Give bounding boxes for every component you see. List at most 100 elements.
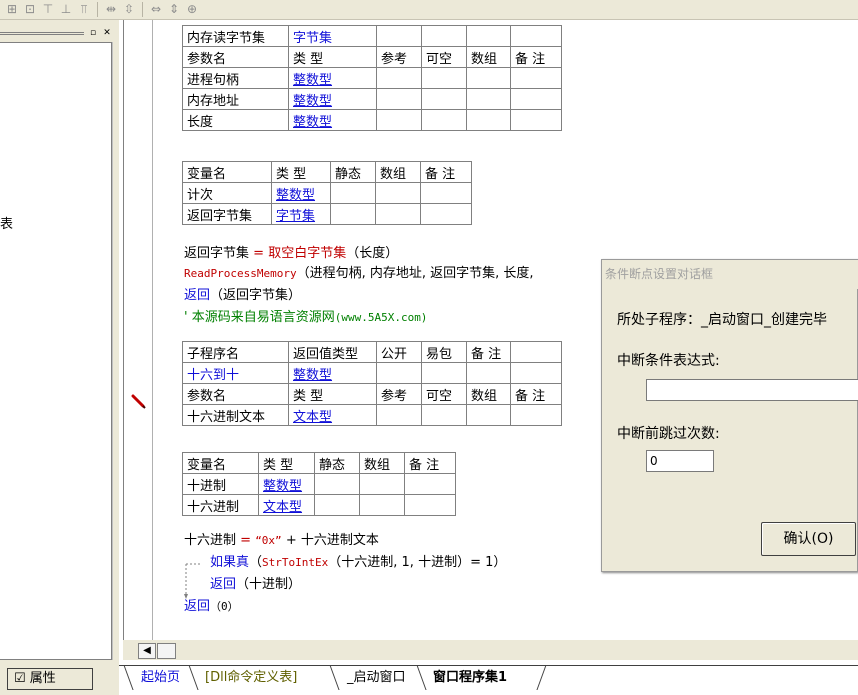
program-tree[interactable]: 表	[0, 42, 112, 660]
table-cell[interactable]: 十六进制	[182, 494, 259, 516]
table-cell[interactable]	[404, 494, 456, 516]
align-top-icon[interactable]: ⊤	[40, 2, 56, 17]
table-cell[interactable]	[510, 109, 562, 131]
table-cell[interactable]: 返回字节集	[182, 203, 272, 225]
space-vertical-icon[interactable]: ⇳	[121, 2, 137, 17]
table-cell[interactable]	[510, 25, 562, 47]
table-cell[interactable]: 备 注	[404, 452, 456, 474]
tab-startup-window[interactable]: _启动窗口	[341, 667, 412, 688]
table-cell[interactable]: 进程句柄	[182, 67, 289, 89]
table-cell[interactable]: 类 型	[271, 161, 331, 183]
table-cell[interactable]: 文本型	[258, 494, 315, 516]
table-cell[interactable]: 子程序名	[182, 341, 289, 363]
table-cell[interactable]: 计次	[182, 182, 272, 204]
tab-window-program-set[interactable]: 窗口程序集1	[427, 667, 513, 688]
same-width-icon[interactable]: ⇔	[148, 2, 164, 17]
table-cell[interactable]: 参数名	[182, 46, 289, 68]
table-cell[interactable]: 整数型	[288, 362, 377, 384]
table-cell[interactable]: 备 注	[510, 383, 562, 405]
type-link[interactable]: 整数型	[293, 73, 332, 88]
table-cell[interactable]	[510, 341, 562, 363]
align-center-icon[interactable]: ⊡	[22, 2, 38, 17]
skip-count-input[interactable]: 0	[646, 450, 714, 472]
table-cell[interactable]	[404, 473, 456, 495]
confirm-button[interactable]: 确认(O)	[761, 522, 856, 556]
table-cell[interactable]	[376, 67, 422, 89]
type-link[interactable]: 整数型	[276, 188, 315, 203]
table-cell[interactable]: 整数型	[288, 67, 377, 89]
table-cell[interactable]: 整数型	[271, 182, 331, 204]
same-height-icon[interactable]: ⇕	[166, 2, 182, 17]
type-link[interactable]: 整数型	[263, 479, 302, 494]
type-link[interactable]: 整数型	[293, 94, 332, 109]
code-comment[interactable]: ' 本源码来自易语言资源网(www.5A5X.com)	[184, 308, 427, 328]
code-line[interactable]: 返回（返回字节集）	[184, 286, 301, 306]
table-cell[interactable]: 类 型	[258, 452, 315, 474]
table-cell[interactable]	[330, 182, 376, 204]
table-cell[interactable]: 十六到十	[182, 362, 289, 384]
table-cell[interactable]: 文本型	[288, 404, 377, 426]
table-cell[interactable]: 参数名	[182, 383, 289, 405]
table-cell[interactable]: 备 注	[510, 46, 562, 68]
tab-dll-definitions[interactable]: [Dll命令定义表]	[199, 667, 303, 688]
table-cell[interactable]	[466, 404, 511, 426]
close-icon[interactable]: ✕	[101, 28, 113, 39]
type-link[interactable]: 整数型	[293, 115, 332, 130]
left-panel-scrollbar[interactable]	[112, 42, 119, 660]
table-cell[interactable]: 参考	[376, 383, 422, 405]
condition-input[interactable]	[646, 379, 858, 401]
table-cell[interactable]	[375, 182, 421, 204]
table-cell[interactable]: 字节集	[271, 203, 331, 225]
code-line[interactable]: 十六进制 = “0x” + 十六进制文本	[184, 531, 379, 551]
table-cell[interactable]: 参考	[376, 46, 422, 68]
table-cell[interactable]: 变量名	[182, 161, 272, 183]
table-cell[interactable]: 内存地址	[182, 88, 289, 110]
table-cell[interactable]: 可空	[421, 46, 467, 68]
table-cell[interactable]: 整数型	[288, 88, 377, 110]
table-cell[interactable]: 整数型	[288, 109, 377, 131]
table-cell[interactable]: 十六进制文本	[182, 404, 289, 426]
table-cell[interactable]	[421, 25, 467, 47]
align-bottom-icon[interactable]: ⫪	[76, 2, 92, 17]
table-cell[interactable]: 备 注	[420, 161, 472, 183]
table-cell[interactable]	[466, 362, 511, 384]
align-left-icon[interactable]: ⊞	[4, 2, 20, 17]
restore-icon[interactable]: ▫	[87, 28, 99, 39]
table-cell[interactable]	[376, 25, 422, 47]
table-cell[interactable]: 内存读字节集	[182, 25, 289, 47]
table-cell[interactable]	[510, 88, 562, 110]
table-cell[interactable]	[314, 494, 360, 516]
table-cell[interactable]: 数组	[375, 161, 421, 183]
table-cell[interactable]: 公开	[376, 341, 422, 363]
table-cell[interactable]	[420, 182, 472, 204]
table-cell[interactable]	[375, 203, 421, 225]
table-cell[interactable]: 静态	[314, 452, 360, 474]
tab-start-page[interactable]: 起始页	[135, 667, 186, 688]
table-cell[interactable]: 长度	[182, 109, 289, 131]
table-cell[interactable]	[376, 109, 422, 131]
table-cell[interactable]: 返回值类型	[288, 341, 377, 363]
code-line[interactable]: 返回（十进制）	[210, 575, 301, 595]
table-cell[interactable]	[314, 473, 360, 495]
table-cell[interactable]	[359, 473, 405, 495]
table-cell[interactable]	[466, 88, 511, 110]
table-cell[interactable]: 可空	[421, 383, 467, 405]
code-line[interactable]: 返回字节集 = 取空白字节集（长度）	[184, 244, 398, 264]
table-cell[interactable]: 变量名	[182, 452, 259, 474]
table-cell[interactable]	[376, 362, 422, 384]
same-size-icon[interactable]: ⊕	[184, 2, 200, 17]
code-line[interactable]: ReadProcessMemory（进程句柄, 内存地址, 返回字节集, 长度,	[184, 264, 534, 284]
type-link[interactable]: 文本型	[263, 500, 302, 515]
table-cell[interactable]: 类 型	[288, 383, 377, 405]
table-cell[interactable]	[376, 404, 422, 426]
table-cell[interactable]: 整数型	[258, 473, 315, 495]
table-cell[interactable]: 数组	[466, 46, 511, 68]
table-cell[interactable]: 易包	[421, 341, 467, 363]
table-cell[interactable]	[421, 404, 467, 426]
align-middle-icon[interactable]: ⊥	[58, 2, 74, 17]
scroll-left-icon[interactable]: ◀	[138, 643, 156, 659]
table-cell[interactable]: 数组	[466, 383, 511, 405]
breakpoint-gutter[interactable]	[123, 20, 153, 640]
property-button[interactable]: ☑ 属性	[7, 668, 93, 690]
table-cell[interactable]: 十进制	[182, 473, 259, 495]
